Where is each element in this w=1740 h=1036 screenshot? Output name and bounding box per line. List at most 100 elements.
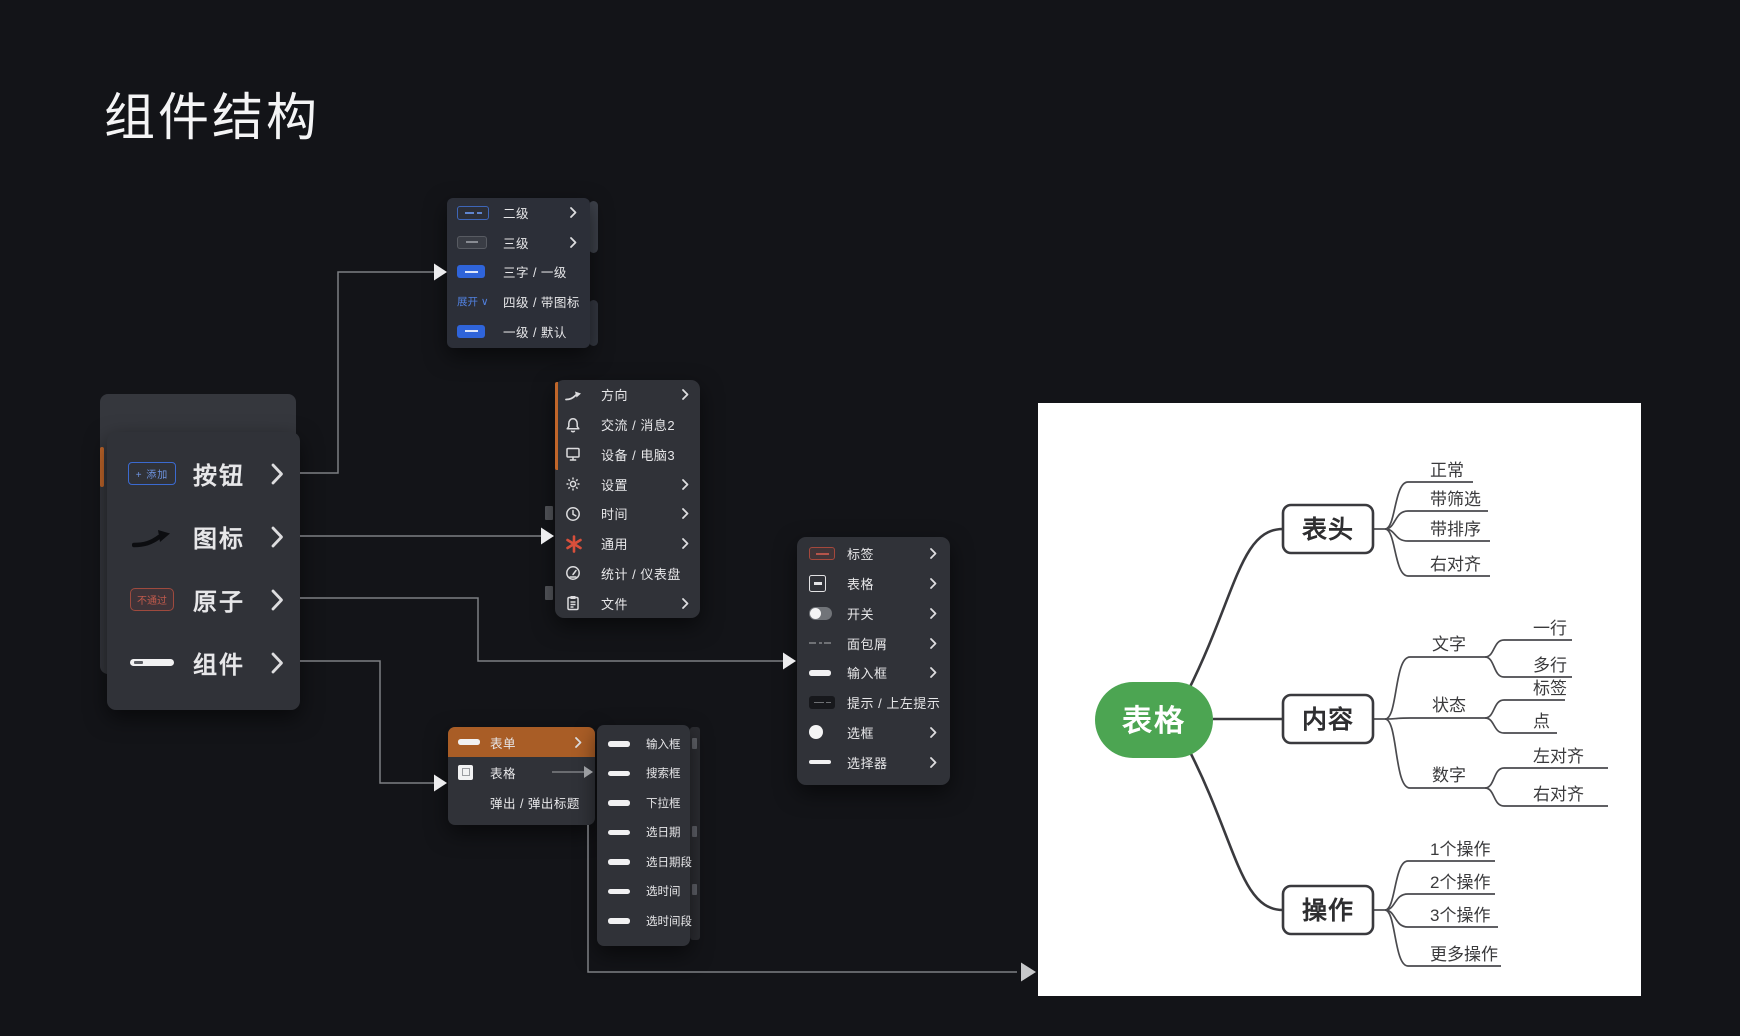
menu-item-label: 设置 — [601, 475, 673, 494]
connector-line — [1188, 529, 1283, 691]
menu-item[interactable]: 开关 — [797, 599, 950, 629]
mindmap-label: 文字 — [1432, 635, 1466, 654]
menu-item-label: 组件 — [193, 645, 261, 680]
menu-item[interactable]: 统计 / 仪表盘 — [555, 559, 700, 589]
menu-item[interactable]: 标签 — [797, 539, 950, 569]
connector-line — [300, 272, 434, 473]
menu-item-label: 输入框 — [646, 736, 684, 752]
mindmap-label: 点 — [1533, 712, 1550, 731]
orange-accent-strip — [100, 447, 104, 487]
chevron-right-icon — [574, 736, 583, 749]
connector-line — [1485, 700, 1565, 718]
black-arrow-icon — [132, 524, 172, 550]
connector-line — [1385, 718, 1485, 719]
bell-icon — [565, 417, 581, 433]
button-level-menu-panel: 二级三级三字 / 一级展开 ∨ 四级 / 带图标一级 / 默认 — [447, 198, 590, 348]
menu-item-label: 标签 — [847, 544, 921, 563]
menu-item[interactable]: 表格 — [448, 757, 595, 787]
menu-item-label: 文件 — [601, 594, 673, 613]
chevron-right-icon — [929, 547, 938, 560]
menu-item-label: 面包屑 — [847, 634, 921, 653]
mindmap-label: 一行 — [1533, 619, 1567, 638]
blue-button-icon — [457, 325, 485, 338]
menu-item-label: 提示 / 上左提示 — [847, 693, 940, 712]
mindmap-label: 数字 — [1432, 766, 1466, 785]
menu-item-label: 选框 — [847, 723, 921, 742]
menu-item[interactable]: 提示 / 上左提示 — [797, 688, 950, 718]
back-panel-sliver — [589, 300, 598, 346]
input-bar-icon — [608, 741, 630, 747]
gauge-icon — [565, 565, 581, 581]
menu-item[interactable]: 通用 — [555, 529, 700, 559]
mindmap-label: 表格 — [1122, 705, 1186, 738]
clock-icon — [565, 506, 581, 522]
menu-item[interactable]: 一级 / 默认 — [447, 316, 590, 346]
menu-item[interactable]: 交流 / 消息2 — [555, 410, 700, 440]
menu-item-label: 二级 — [503, 203, 563, 222]
menu-item-label: 下拉框 — [646, 795, 684, 811]
expand-text-icon: 展开 ∨ — [457, 294, 489, 309]
menu-item[interactable]: 时间 — [555, 499, 700, 529]
menu-item[interactable]: 选择器 — [797, 747, 950, 777]
menu-item[interactable]: 选日期段 — [597, 847, 690, 877]
input-bar-icon — [608, 830, 630, 836]
menu-item-label: 统计 / 仪表盘 — [601, 564, 690, 583]
menu-item[interactable]: 三级 — [447, 228, 590, 258]
menu-item-label: 三级 — [503, 233, 563, 252]
menu-item[interactable]: 选时间 — [597, 877, 690, 907]
fail-badge-icon: 不通过 — [130, 588, 174, 611]
tooltip-icon — [809, 696, 835, 709]
menu-item[interactable]: 下拉框 — [597, 788, 690, 818]
occluded-text-fragment — [692, 826, 697, 837]
chevron-right-icon — [271, 526, 284, 548]
menu-item[interactable]: 搜索框 — [597, 759, 690, 789]
white-square-icon — [458, 765, 473, 780]
menu-item-label: 表单 — [490, 733, 566, 752]
menu-item-label: 四级 / 带图标 — [503, 292, 580, 311]
input-bar-icon — [608, 918, 630, 924]
menu-item[interactable]: 设置 — [555, 469, 700, 499]
menu-item[interactable]: 文件 — [555, 588, 700, 618]
menu-item-label: 原子 — [193, 582, 261, 617]
menu-item-label: 弹出 / 弹出标题 — [490, 793, 583, 812]
menu-item-label: 三字 / 一级 — [503, 262, 578, 281]
monitor-icon — [565, 446, 581, 462]
menu-item[interactable]: 图标 — [107, 505, 300, 568]
arrowhead-icon — [434, 264, 447, 281]
menu-item[interactable]: + 添加按钮 — [107, 442, 300, 505]
menu-item[interactable]: 二级 — [447, 198, 590, 228]
mindmap-label: 左对齐 — [1533, 747, 1584, 766]
divider-bar-icon — [130, 659, 174, 666]
menu-item[interactable]: 选框 — [797, 718, 950, 748]
menu-item[interactable]: 面包屑 — [797, 628, 950, 658]
menu-item[interactable]: 表单 — [448, 727, 595, 757]
menu-item[interactable]: 不通过原子 — [107, 568, 300, 631]
input-bar-icon — [608, 800, 630, 806]
select-bar-icon — [809, 760, 831, 765]
chevron-right-icon — [681, 478, 690, 491]
switch-icon — [809, 607, 832, 620]
menu-item[interactable]: 组件 — [107, 631, 300, 694]
tag-badge-icon — [809, 547, 835, 560]
menu-item[interactable]: 表格 — [797, 569, 950, 599]
mindmap-label: 右对齐 — [1430, 555, 1481, 574]
menu-item[interactable]: 方向 — [555, 380, 700, 410]
menu-item[interactable]: 设备 / 电脑3 — [555, 440, 700, 470]
occluded-text-fragment — [692, 884, 697, 895]
atom-component-menu-panel: 标签表格开关面包屑输入框提示 / 上左提示选框选择器 — [797, 537, 950, 785]
menu-item-label: 交流 / 消息2 — [601, 415, 690, 434]
menu-item[interactable]: 输入框 — [797, 658, 950, 688]
menu-item[interactable]: 弹出 / 弹出标题 — [448, 787, 595, 817]
connector-line — [300, 598, 783, 661]
chevron-right-icon — [929, 577, 938, 590]
menu-item[interactable]: 展开 ∨ 四级 / 带图标 — [447, 287, 590, 317]
menu-item[interactable]: 选时间段 — [597, 906, 690, 936]
menu-item[interactable]: 三字 / 一级 — [447, 257, 590, 287]
mindmap-label: 1个操作 — [1430, 840, 1490, 859]
connector-line — [1188, 748, 1283, 910]
breadcrumb-icon — [809, 642, 831, 645]
mindmap-label: 右对齐 — [1533, 785, 1584, 804]
chevron-right-icon — [929, 666, 938, 679]
menu-item[interactable]: 选日期 — [597, 818, 690, 848]
menu-item[interactable]: 输入框 — [597, 729, 690, 759]
